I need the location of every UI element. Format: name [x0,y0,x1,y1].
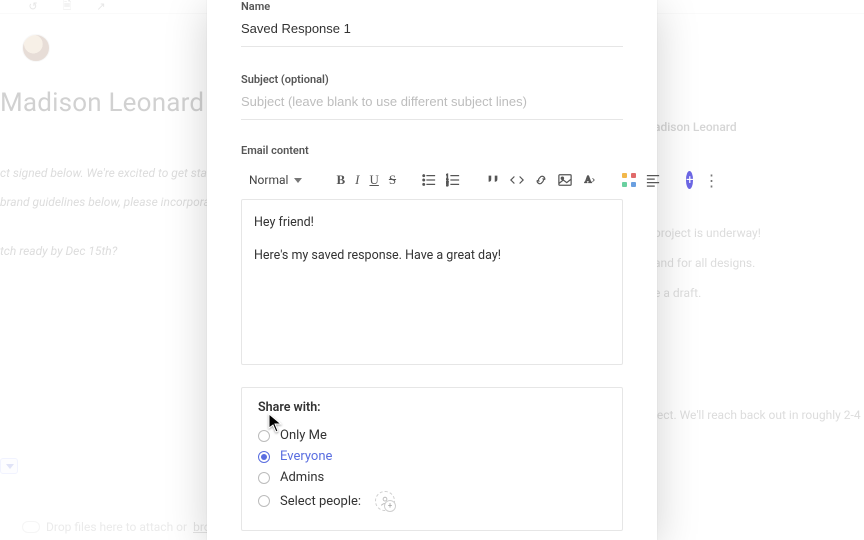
share-option-label: Admins [280,470,324,485]
bg-right-line: and for all designs. [654,256,864,270]
bg-text-line: ct signed below. We're excited to get st… [0,166,215,180]
italic-button[interactable]: I [355,172,359,188]
strikethrough-button[interactable]: S [389,172,396,188]
bg-right-name: adison Leonard [654,120,864,134]
link-button[interactable] [534,172,548,188]
format-chip [0,458,18,474]
text-color-button[interactable]: A [582,172,596,188]
share-option-select-people[interactable]: Select people: [258,488,606,514]
history-icon: ↺ [26,0,40,14]
bullet-list-button[interactable] [422,172,436,188]
avatar [22,34,50,62]
name-label: Name [241,0,623,13]
ordered-list-button[interactable]: 123 [446,172,460,188]
name-input[interactable] [241,13,623,47]
background-right-panel: adison Leonard project is underway! and … [654,120,864,438]
note-icon: 🗎 [60,0,74,14]
dropzone-text: Drop files here to attach or [46,520,187,534]
bold-button[interactable]: B [336,172,345,188]
bg-text-line: brand guidelines below, please incorpora… [0,195,220,209]
svg-text:A: A [585,175,592,186]
subject-label: Subject (optional) [241,73,623,86]
chevron-down-icon [294,178,302,183]
radio-icon [258,430,270,442]
share-with-title: Share with: [258,400,606,415]
bg-right-line: e a draft. [654,286,864,300]
cloud-icon [22,521,40,533]
add-people-icon[interactable] [375,491,395,511]
format-select-value: Normal [249,173,288,187]
share-option-admins[interactable]: Admins [258,467,606,488]
svg-text:3: 3 [446,183,449,187]
format-select[interactable]: Normal [249,173,310,187]
contact-name: Madison Leonard [0,88,204,118]
open-icon: ↗ [94,0,108,14]
more-button[interactable]: ⋮ [703,172,719,188]
image-button[interactable] [558,172,572,188]
share-with-group: Share with: Only Me Everyone Admins Sele… [241,387,623,531]
editor-toolbar: Normal B I U S 123 [241,167,623,193]
align-button[interactable] [646,172,660,188]
email-body-editor[interactable]: Hey friend! Here's my saved response. Ha… [241,199,623,365]
share-option-everyone[interactable]: Everyone [258,446,606,467]
share-option-label: Select people: [280,494,361,509]
radio-icon [258,472,270,484]
emoji-grid-button[interactable] [622,172,636,188]
underline-button[interactable]: U [369,172,378,188]
bg-text-line: tch ready by Dec 15th? [0,244,117,258]
email-body-line: Here's my saved response. Have a great d… [254,247,610,266]
bg-right-line: project is underway! [654,226,864,240]
email-body-line: Hey friend! [254,214,610,233]
code-button[interactable] [510,172,524,188]
email-content-label: Email content [241,144,623,157]
radio-icon [258,451,270,463]
share-option-only-me[interactable]: Only Me [258,425,606,446]
share-option-label: Only Me [280,428,327,443]
bg-right-line: ject. We'll reach back out in roughly 2-… [654,408,864,422]
dropzone: Drop files here to attach or brows [22,520,226,534]
radio-icon [258,495,270,507]
share-option-label: Everyone [280,449,332,464]
insert-plus-button[interactable]: + [686,171,693,189]
subject-input[interactable] [241,86,623,120]
blockquote-button[interactable] [486,172,500,188]
saved-response-modal: Name Subject (optional) Email content No… [207,0,657,540]
